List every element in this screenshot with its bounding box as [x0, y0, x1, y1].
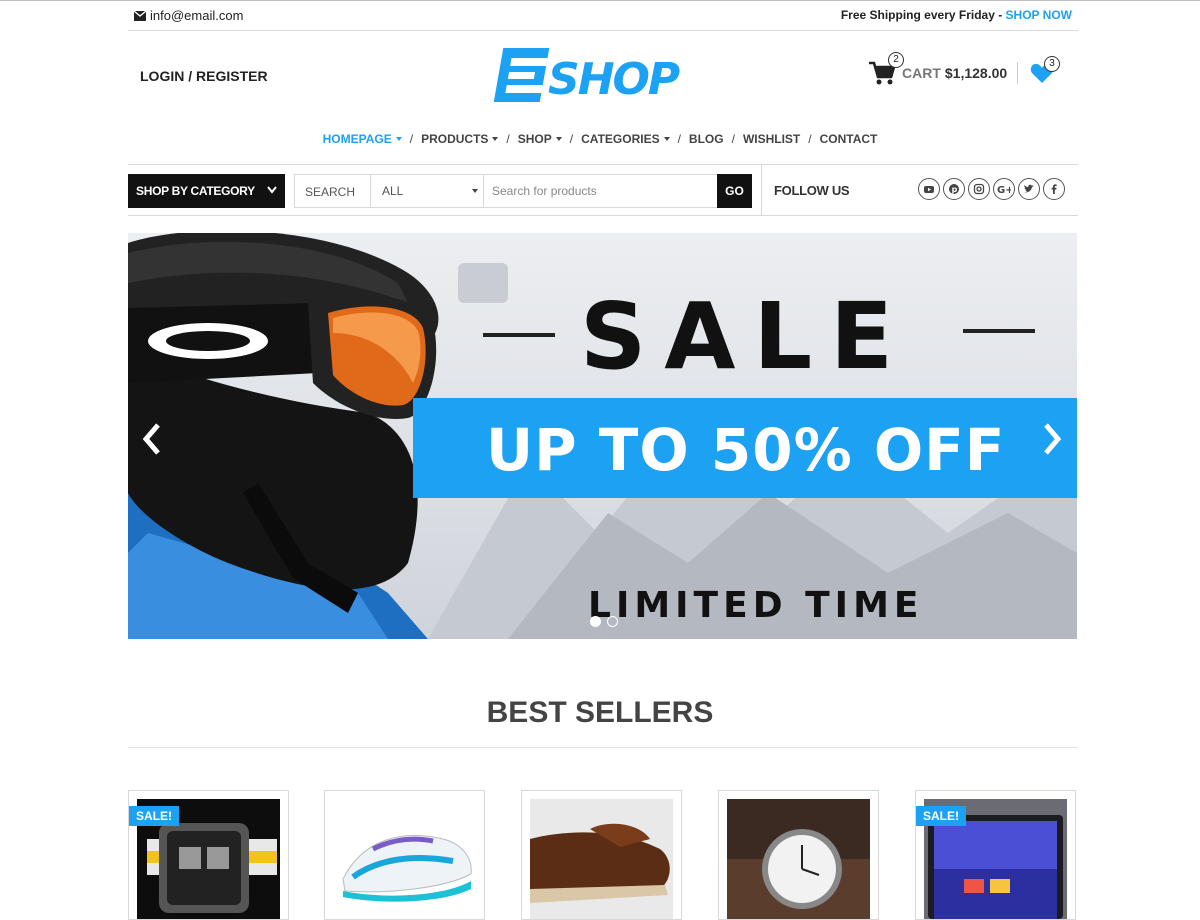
- wishlist-count-badge: 3: [1044, 56, 1060, 72]
- slider-dot[interactable]: [590, 616, 601, 627]
- nav-shop-label: SHOP: [517, 132, 552, 146]
- caret-down-icon: [555, 137, 562, 141]
- nav-separator: /: [409, 132, 414, 146]
- header-divider: [1017, 62, 1018, 84]
- instagram-icon[interactable]: [968, 178, 990, 200]
- eshop-logo[interactable]: SHOP: [490, 44, 696, 106]
- nav-wishlist-label: WISHLIST: [742, 132, 801, 146]
- shop-now-link[interactable]: SHOP NOW: [1006, 8, 1072, 22]
- wishlist-button[interactable]: 3: [1030, 56, 1060, 86]
- nav-contact-label: CONTACT: [819, 132, 878, 146]
- product-image-leather-shoe: [530, 799, 673, 919]
- hero-tagline: LIMITED TIME: [588, 585, 924, 626]
- product-image-wrist-watch: [727, 799, 870, 919]
- cart-label: CART: [902, 65, 941, 81]
- follow-us-label: FOLLOW US: [774, 183, 850, 198]
- search-row-bottom-border: [128, 215, 1078, 216]
- product-image-running-shoe: [333, 799, 476, 919]
- hero-slider[interactable]: SALE UP TO 50% OFF LIMITED TIME: [128, 233, 1077, 639]
- email-text: info@email.com: [150, 8, 244, 23]
- twitter-icon[interactable]: [1018, 178, 1040, 200]
- svg-text:p: p: [952, 185, 958, 194]
- google-plus-icon[interactable]: G+: [993, 178, 1015, 200]
- search-row-top-border: [128, 164, 1078, 165]
- nav-homepage[interactable]: HOMEPAGE: [323, 132, 402, 146]
- search-box: SEARCH ALL: [294, 174, 718, 208]
- sale-badge: SALE!: [916, 806, 966, 826]
- follow-divider: [761, 165, 762, 215]
- hero-headline: SALE: [580, 283, 911, 390]
- slider-dots: [590, 616, 624, 627]
- pinterest-icon[interactable]: p: [943, 178, 965, 200]
- cart-summary[interactable]: 2 CART $1,128.00: [868, 52, 1008, 88]
- product-card[interactable]: SALE!: [128, 790, 289, 920]
- main-nav: HOMEPAGE / PRODUCTS / SHOP / CATEGORIES …: [0, 132, 1200, 146]
- facebook-icon[interactable]: [1043, 178, 1065, 200]
- search-input[interactable]: [484, 175, 717, 207]
- nav-separator: /: [731, 132, 735, 146]
- nav-separator: /: [569, 132, 574, 146]
- email-contact[interactable]: info@email.com: [134, 8, 243, 23]
- nav-shop[interactable]: SHOP: [518, 132, 562, 146]
- caret-down-icon: [663, 137, 670, 141]
- nav-separator: /: [808, 132, 812, 146]
- social-links: p G+: [918, 178, 1068, 200]
- select-arrow-icon: [472, 189, 478, 193]
- youtube-icon[interactable]: [918, 178, 940, 200]
- caret-down-icon: [395, 137, 402, 141]
- category-select-value: ALL: [382, 184, 404, 198]
- product-card[interactable]: [521, 790, 682, 920]
- product-card[interactable]: SALE!: [915, 790, 1076, 920]
- top-bar: info@email.com Free Shipping every Frida…: [128, 1, 1078, 31]
- nav-categories-label: CATEGORIES: [581, 132, 660, 146]
- envelope-icon: [134, 10, 146, 21]
- shipping-text: Free Shipping every Friday -: [840, 8, 1006, 22]
- hero-offer: UP TO 50% OFF: [486, 416, 1006, 484]
- slider-next-arrow[interactable]: [1036, 419, 1066, 459]
- cart-total: $1,128.00: [944, 65, 1008, 81]
- shop-by-category-label: SHOP BY CATEGORY: [136, 184, 255, 198]
- chevron-down-icon: [267, 186, 277, 194]
- nav-blog-label: BLOG: [688, 132, 724, 146]
- nav-products-label: PRODUCTS: [421, 132, 489, 146]
- product-card[interactable]: [324, 790, 485, 920]
- cart-count-badge: 2: [888, 52, 904, 68]
- nav-contact[interactable]: CONTACT: [820, 132, 878, 146]
- best-sellers-divider: [128, 747, 1078, 748]
- nav-categories[interactable]: CATEGORIES: [581, 132, 670, 146]
- search-label: SEARCH: [295, 175, 371, 207]
- nav-wishlist[interactable]: WISHLIST: [743, 132, 800, 146]
- sale-badge: SALE!: [129, 806, 179, 826]
- nav-blog[interactable]: BLOG: [689, 132, 724, 146]
- best-sellers-title: BEST SELLERS: [486, 696, 714, 729]
- login-register-link[interactable]: LOGIN / REGISTER: [140, 68, 268, 84]
- slider-prev-arrow[interactable]: [138, 419, 168, 459]
- nav-separator: /: [677, 132, 681, 146]
- logo-text: SHOP: [548, 54, 680, 105]
- shop-by-category-dropdown[interactable]: SHOP BY CATEGORY: [128, 174, 285, 208]
- go-button[interactable]: GO: [717, 174, 752, 208]
- product-card[interactable]: [718, 790, 879, 920]
- shipping-notice: Free Shipping every Friday - SHOP NOW: [841, 8, 1072, 22]
- nav-homepage-label: HOMEPAGE: [322, 132, 392, 146]
- svg-text:G+: G+: [997, 185, 1011, 195]
- nav-separator: /: [506, 132, 510, 146]
- caret-down-icon: [492, 137, 499, 141]
- category-select[interactable]: ALL: [371, 175, 484, 207]
- nav-products[interactable]: PRODUCTS: [421, 132, 499, 146]
- slider-dot[interactable]: [607, 616, 618, 627]
